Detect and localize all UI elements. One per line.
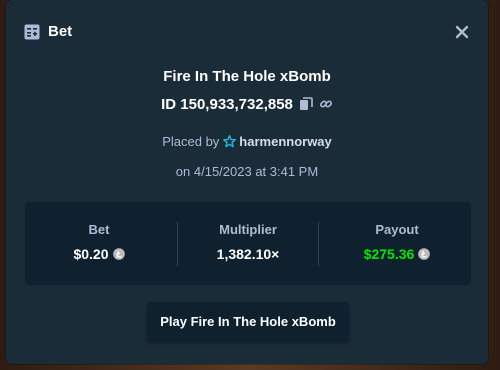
litecoin-icon [112,248,125,260]
payout-amount: $275.36 [363,246,415,262]
placed-by-row: Placed by harmennorway [6,134,488,150]
modal-title: Bet [48,23,73,40]
stat-multiplier: Multiplier 1,382.10× [174,202,322,285]
stat-multiplier-value: 1,382.10× [216,246,280,262]
stat-payout-value: $275.36 [323,246,471,263]
stat-bet-label: Bet [88,222,110,237]
star-badge-icon [223,135,237,148]
username-link[interactable]: harmennorway [239,134,331,149]
copy-icon[interactable] [299,97,313,111]
stat-bet: Bet $0.20 [25,202,173,285]
close-icon[interactable] [455,25,469,39]
stat-payout: Payout $275.36 [323,202,471,285]
bet-id-row: ID 150,933,732,858 [6,96,488,114]
stat-multiplier-label: Multiplier [219,222,277,237]
modal-header: Bet [6,0,488,64]
stat-payout-label: Payout [375,222,419,237]
placed-by-label: Placed by [162,134,220,149]
bet-slip-icon [24,24,40,40]
bet-amount: $0.20 [73,246,109,262]
stat-bet-value: $0.20 [25,246,173,263]
game-title: Fire In The Hole xBomb [163,68,331,85]
bet-stats-panel: Bet $0.20 Multiplier 1,382.10× Payout $2… [25,202,471,285]
bet-details-modal: Bet Fire In The Hole xBomb ID 150,933,73… [6,0,488,364]
link-icon[interactable] [319,97,333,111]
bet-date: on 4/15/2023 at 3:41 PM [175,164,319,179]
litecoin-icon [418,248,431,260]
play-game-button[interactable]: Play Fire In The Hole xBomb [147,302,349,342]
bet-id: ID 150,933,732,858 [161,96,293,113]
stat-divider [318,222,319,266]
